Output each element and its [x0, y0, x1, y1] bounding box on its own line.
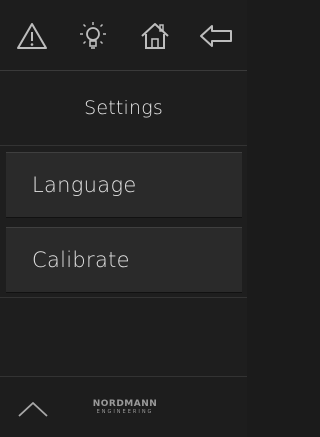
menu-item-calibrate[interactable]: Calibrate [6, 227, 242, 293]
page-title-row: Settings [0, 71, 247, 146]
divider [0, 297, 247, 298]
menu-item-label: Language [32, 173, 137, 197]
light-button[interactable] [73, 18, 113, 54]
back-button[interactable] [196, 18, 236, 54]
lightbulb-icon [80, 22, 106, 49]
menu-item-language[interactable]: Language [6, 152, 242, 218]
warning-button[interactable] [12, 18, 52, 54]
scroll-up-button[interactable] [14, 395, 52, 423]
logo-subtitle: ENGINEERING [96, 409, 154, 415]
warning-icon [17, 23, 47, 49]
page-title: Settings [84, 97, 163, 119]
logo-brand: NORDMANN [92, 399, 158, 409]
home-button[interactable] [135, 18, 175, 54]
menu-item-label: Calibrate [32, 248, 130, 272]
home-icon [141, 23, 169, 49]
chevron-up-icon [18, 402, 48, 417]
top-toolbar [0, 0, 247, 71]
back-arrow-icon [200, 25, 232, 47]
company-logo: NORDMANN ENGINEERING [88, 400, 162, 418]
settings-screen: Settings Language Calibrate NORDMANN ENG… [0, 0, 247, 437]
bottom-bar: NORDMANN ENGINEERING [0, 376, 247, 437]
